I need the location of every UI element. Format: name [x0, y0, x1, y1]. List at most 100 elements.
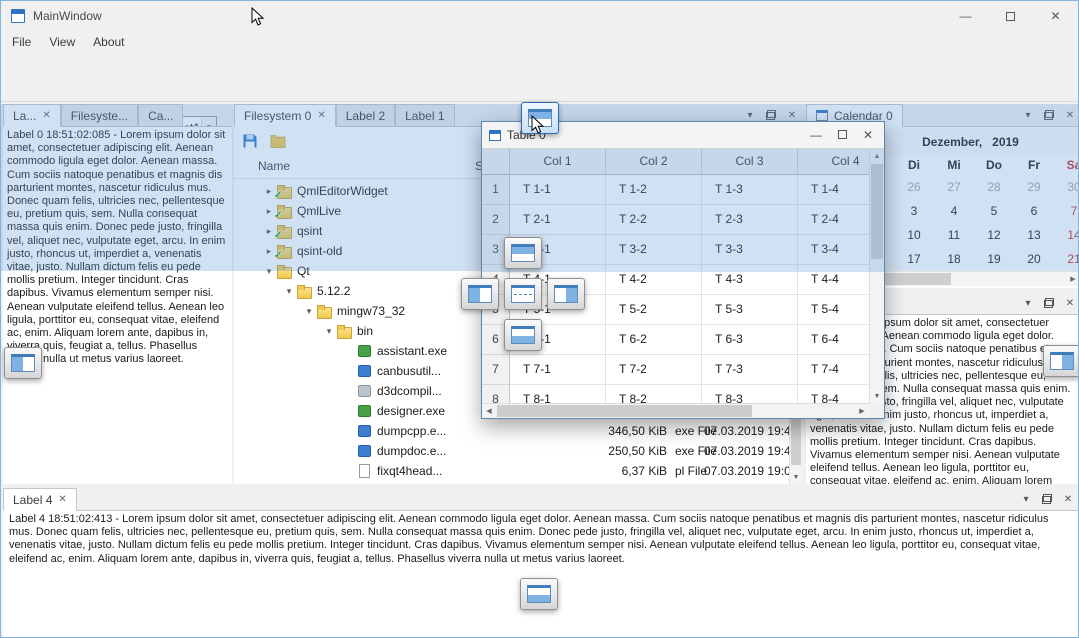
table-cell[interactable]: T 4-3 — [702, 265, 798, 295]
drop-indicator-bottom-edge[interactable] — [520, 578, 558, 610]
scroll-right-icon[interactable]: ▶ — [855, 404, 869, 418]
dock-close-button[interactable]: ✕ — [1064, 108, 1076, 122]
table-cell[interactable]: T 2-4 — [798, 205, 869, 235]
calendar-day[interactable]: 18 — [934, 247, 974, 271]
calendar-day[interactable]: 20 — [1014, 247, 1054, 271]
tab-ca[interactable]: Ca... — [138, 104, 183, 126]
table-cell[interactable]: T 8-3 — [702, 385, 798, 403]
maximize-button[interactable] — [988, 1, 1033, 31]
table-cell[interactable]: T 2-2 — [606, 205, 702, 235]
minimize-button[interactable]: — — [943, 1, 988, 31]
drop-indicator-area-left[interactable] — [461, 278, 499, 310]
calendar-day[interactable]: 17 — [894, 247, 934, 271]
tab-filesyste[interactable]: Filesyste... — [61, 104, 138, 126]
tab-label-2[interactable]: Label 2 — [336, 104, 395, 126]
table-cell[interactable]: T 3-2 — [606, 235, 702, 265]
table-cell[interactable]: T 4-4 — [798, 265, 869, 295]
table-cell[interactable]: T 6-2 — [606, 325, 702, 355]
dock-detach-button[interactable] — [765, 108, 777, 122]
collapse-arrow-icon[interactable]: ▾ — [282, 286, 296, 297]
calendar-day[interactable]: 3 — [894, 199, 934, 223]
table-cell[interactable]: T 2-3 — [702, 205, 798, 235]
drop-indicator-area-bottom[interactable] — [504, 319, 542, 351]
table-row-header[interactable]: 1 — [482, 175, 510, 205]
table-column-header-col-3[interactable]: Col 3 — [702, 149, 798, 175]
scrollbar-thumb[interactable] — [497, 405, 752, 417]
table-column-header-col-4[interactable]: Col 4 — [798, 149, 869, 175]
drop-indicator-top-edge[interactable] — [521, 102, 559, 134]
table-row-header[interactable]: 7 — [482, 355, 510, 385]
table-column-header-col-1[interactable]: Col 1 — [510, 149, 606, 175]
floating-window-table0[interactable]: Table 0 — ✕ Col 1Col 2Col 3Col 4 1T 1-1T… — [481, 121, 885, 419]
table-cell[interactable]: T 8-1 — [510, 385, 606, 403]
table-vertical-scrollbar[interactable]: ▲ ▼ — [869, 149, 884, 403]
scrollbar-thumb[interactable] — [791, 417, 801, 465]
scroll-up-icon[interactable]: ▲ — [870, 149, 884, 163]
dock-close-button[interactable]: ✕ — [1062, 492, 1074, 506]
calendar-day[interactable]: 29 — [1014, 175, 1054, 199]
scroll-left-icon[interactable]: ◀ — [482, 404, 496, 418]
table-horizontal-scrollbar[interactable]: ◀ ▶ — [482, 403, 869, 418]
table-cell[interactable]: T 8-4 — [798, 385, 869, 403]
table-cell[interactable]: T 3-3 — [702, 235, 798, 265]
tab-close-icon[interactable]: ✕ — [58, 494, 66, 505]
table-cell[interactable]: T 5-4 — [798, 295, 869, 325]
dock-detach-button[interactable] — [1043, 296, 1055, 310]
table-row-header[interactable]: 8 — [482, 385, 510, 403]
scroll-down-icon[interactable]: ▼ — [870, 389, 884, 403]
table-corner-button[interactable] — [482, 149, 510, 175]
drop-indicator-left-edge[interactable] — [4, 347, 42, 379]
tab-label-4[interactable]: Label 4✕ — [3, 488, 77, 511]
dock-detach-button[interactable] — [1043, 108, 1055, 122]
drop-indicator-area-center[interactable] — [504, 278, 542, 310]
collapse-arrow-icon[interactable]: ▾ — [322, 326, 336, 337]
calendar-day[interactable]: 28 — [974, 175, 1014, 199]
tab-close-icon[interactable]: ✕ — [42, 110, 50, 121]
table-cell[interactable]: T 6-3 — [702, 325, 798, 355]
table-cell[interactable]: T 1-2 — [606, 175, 702, 205]
calendar-day[interactable]: 7 — [1054, 199, 1079, 223]
tab-filesystem-0[interactable]: Filesystem 0✕ — [234, 104, 336, 127]
table-cell[interactable]: T 4-2 — [606, 265, 702, 295]
table-cell[interactable]: T 5-2 — [606, 295, 702, 325]
calendar-day[interactable]: 19 — [974, 247, 1014, 271]
drop-indicator-area-right[interactable] — [547, 278, 585, 310]
fs-save-button[interactable] — [239, 130, 261, 152]
close-button[interactable]: ✕ — [1033, 1, 1078, 31]
table-cell[interactable]: T 1-3 — [702, 175, 798, 205]
dock-close-button[interactable]: ✕ — [1064, 296, 1076, 310]
table-cell[interactable]: T 7-2 — [606, 355, 702, 385]
table-cell[interactable]: T 7-3 — [702, 355, 798, 385]
tab-close-icon[interactable]: ✕ — [317, 110, 325, 121]
menu-file[interactable]: File — [3, 31, 40, 53]
scrollbar-thumb[interactable] — [871, 164, 883, 259]
tree-item-fixqt4head[interactable]: fixqt4head...6,37 KiBpl File07.03.2019 1… — [234, 461, 789, 481]
table-cell[interactable]: T 8-2 — [606, 385, 702, 403]
calendar-day[interactable]: 11 — [934, 223, 974, 247]
calendar-day[interactable]: 6 — [1014, 199, 1054, 223]
calendar-day[interactable]: 13 — [1014, 223, 1054, 247]
calendar-year-button[interactable]: 2019 — [992, 135, 1019, 149]
tab-la[interactable]: La...✕ — [3, 104, 61, 127]
scroll-down-icon[interactable]: ▼ — [790, 471, 802, 484]
collapse-arrow-icon[interactable]: ▾ — [262, 266, 276, 277]
maximize-button[interactable] — [838, 128, 847, 142]
calendar-day[interactable]: 4 — [934, 199, 974, 223]
tab-label-1[interactable]: Label 1 — [395, 104, 454, 126]
calendar-month-button[interactable]: Dezember, — [922, 135, 982, 149]
dock-close-button[interactable]: ✕ — [786, 108, 798, 122]
table-cell[interactable]: T 2-1 — [510, 205, 606, 235]
table-column-header-col-2[interactable]: Col 2 — [606, 149, 702, 175]
table-cell[interactable]: T 1-1 — [510, 175, 606, 205]
dock-menu-button[interactable]: ▾ — [1022, 296, 1034, 310]
calendar-day[interactable]: 27 — [934, 175, 974, 199]
titlebar[interactable]: MainWindow — ✕ — [1, 1, 1078, 31]
menu-about[interactable]: About — [84, 31, 133, 53]
minimize-button[interactable]: — — [810, 128, 822, 142]
calendar-day[interactable]: 21 — [1054, 247, 1079, 271]
drop-indicator-area-top[interactable] — [504, 237, 542, 269]
calendar-day[interactable]: 14 — [1054, 223, 1079, 247]
table-cell[interactable]: T 5-3 — [702, 295, 798, 325]
table-row-header[interactable]: 2 — [482, 205, 510, 235]
table-cell[interactable]: T 1-4 — [798, 175, 869, 205]
